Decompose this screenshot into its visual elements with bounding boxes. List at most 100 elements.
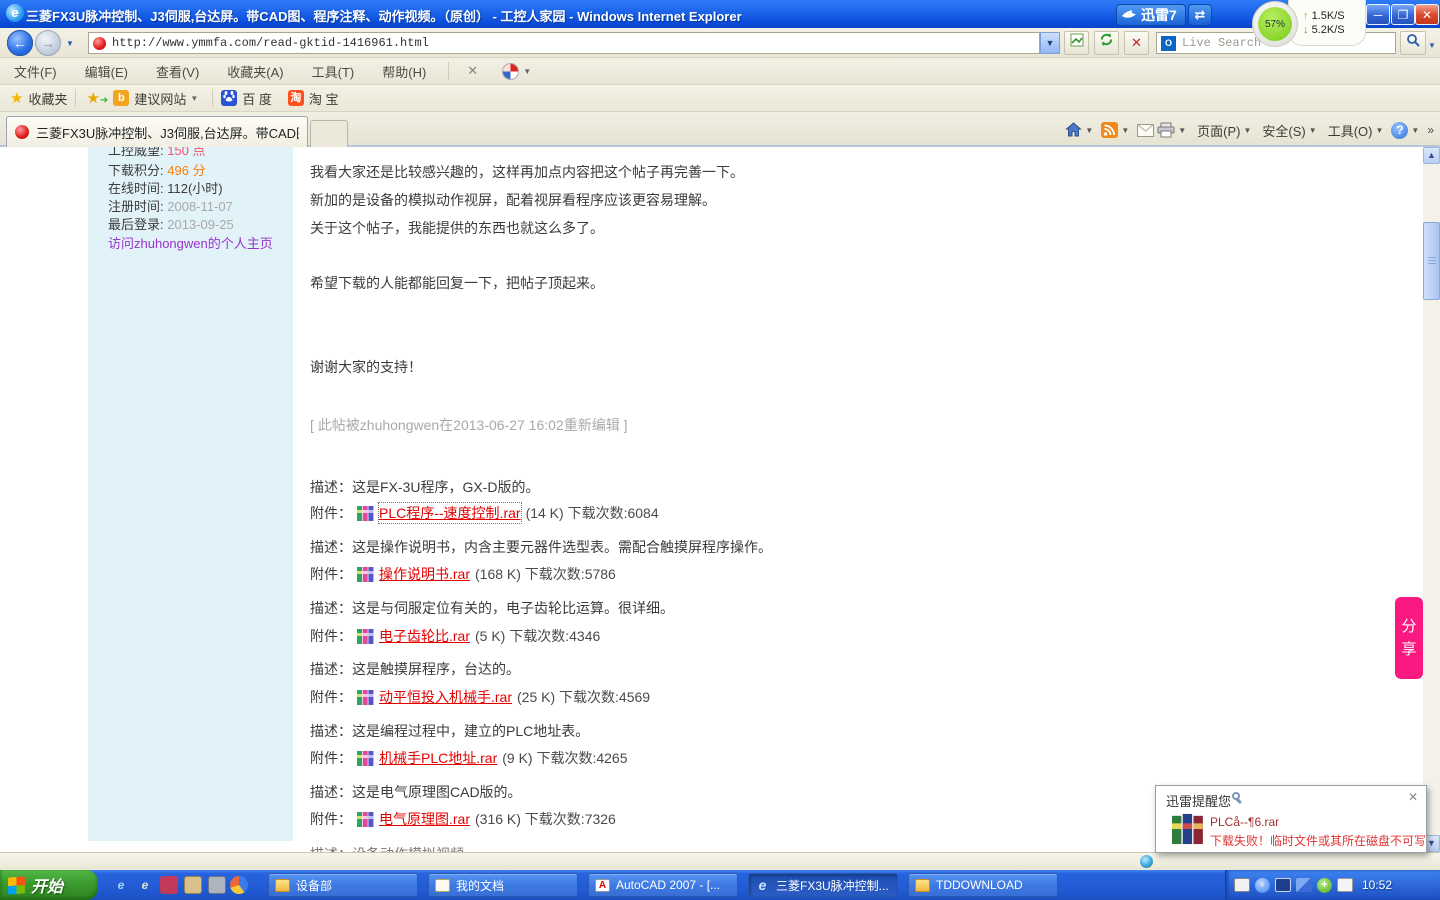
tray-update-icon[interactable] <box>1337 878 1353 892</box>
window-titlebar: e 三菱FX3U脉冲控制、J3伺服,台达屏。带CAD图、程序注释、动作视频。（原… <box>0 0 1440 28</box>
attachment-link[interactable]: PLC程序--速度控制.rar <box>379 503 521 523</box>
attachment-desc: 描述：这是触摸屏程序，台达的。 <box>310 659 520 679</box>
quicklaunch-app1-icon[interactable] <box>160 876 178 894</box>
search-go-button[interactable] <box>1400 31 1426 55</box>
keyboard-layout-icon[interactable] <box>1234 878 1250 892</box>
tray-collapse-icon[interactable]: ‹ <box>1255 878 1270 893</box>
taskbar-item-folder[interactable]: 设备部 <box>268 873 418 897</box>
attachment-link[interactable]: 电气原理图.rar <box>379 809 470 829</box>
quicklaunch-computer-icon[interactable] <box>208 876 226 894</box>
taskbar-item-tddownload[interactable]: TDDOWNLOAD <box>908 873 1058 897</box>
tray-app1-icon[interactable] <box>1275 878 1291 892</box>
addon-close-icon[interactable]: ✕ <box>457 63 488 79</box>
profile-link[interactable]: 访问zhuhongwen的个人主页 <box>108 233 273 252</box>
addon-dropdown-icon[interactable]: ▼ <box>523 67 531 76</box>
menu-view[interactable]: 查看(V) <box>142 62 213 81</box>
add-favorite-icon[interactable]: ★➜ <box>86 89 108 107</box>
xunlei-progress-indicator[interactable]: 57% <box>1252 1 1298 47</box>
stat-online-time: 在线时间: 112(小时) <box>108 178 223 197</box>
attachment-desc: 描述：这是FX-3U程序，GX-D版的。 <box>310 477 539 497</box>
rss-icon[interactable] <box>1101 122 1118 138</box>
live-search-icon: O <box>1161 36 1176 51</box>
menu-help[interactable]: 帮助(H) <box>368 62 440 81</box>
scroll-thumb[interactable] <box>1423 222 1440 300</box>
rss-dropdown-icon[interactable]: ▼ <box>1121 126 1129 135</box>
addon-snagit-icon[interactable] <box>502 63 519 80</box>
attachment-link[interactable]: 动平恒投入机械手.rar <box>379 687 512 707</box>
vertical-scrollbar[interactable]: ▲ ▼ <box>1423 147 1440 852</box>
attachment-row: 附件： 机械手PLC地址.rar (9 K) 下载次数:4265 <box>310 748 628 768</box>
edit-note: [ 此帖被zhuhongwen在2013-06-27 16:02重新编辑 ] <box>310 415 628 435</box>
tray-network-icon[interactable] <box>1296 878 1312 892</box>
favorites-label[interactable]: 收藏夹 <box>28 89 67 108</box>
start-button[interactable]: 开始 <box>0 870 98 900</box>
user-info-panel: 工控威望: 150 点 下载积分: 496 分 在线时间: 112(小时) 注册… <box>88 147 293 841</box>
forward-button[interactable]: → <box>35 30 61 56</box>
favorites-star-icon[interactable]: ★ <box>10 89 23 107</box>
minimize-button[interactable]: ─ <box>1366 4 1390 25</box>
tray-xunlei-icon[interactable]: + <box>1317 878 1332 893</box>
suggested-sites-dropdown-icon[interactable]: ▼ <box>190 94 198 103</box>
taobao-link[interactable]: 淘 宝 <box>309 89 339 108</box>
safety-menu[interactable]: 安全(S) <box>1262 121 1305 140</box>
page-menu[interactable]: 页面(P) <box>1197 121 1240 140</box>
attachment-link[interactable]: 电子齿轮比.rar <box>379 626 470 646</box>
home-dropdown-icon[interactable]: ▼ <box>1085 126 1093 135</box>
document-icon <box>435 879 450 892</box>
xunlei-widget-button[interactable]: 迅雷7 <box>1116 4 1186 26</box>
new-tab-stub[interactable] <box>310 120 348 147</box>
quicklaunch-folder-icon[interactable] <box>184 876 202 894</box>
print-dropdown-icon[interactable]: ▼ <box>1178 126 1186 135</box>
address-dropdown-button[interactable]: ▼ <box>1040 32 1060 54</box>
refresh-button[interactable] <box>1094 31 1119 55</box>
attachment-row: 附件： 电子齿轮比.rar (5 K) 下载次数:4346 <box>310 626 600 646</box>
status-bar <box>0 852 1440 870</box>
baidu-icon <box>221 90 237 106</box>
mail-icon[interactable] <box>1137 124 1154 137</box>
menu-tools[interactable]: 工具(T) <box>298 62 369 81</box>
scroll-up-button[interactable]: ▲ <box>1423 147 1440 164</box>
safety-dropdown-icon[interactable]: ▼ <box>1309 126 1317 135</box>
post-paragraph: 关于这个帖子，我能提供的东西也就这么多了。 <box>310 218 604 238</box>
help-dropdown-icon[interactable]: ▼ <box>1411 126 1419 135</box>
search-options-dropdown-icon[interactable]: ▼ <box>1428 41 1436 50</box>
popup-close-icon[interactable]: ✕ <box>1408 790 1418 804</box>
quicklaunch-browser-icon[interactable]: e <box>136 876 154 894</box>
quicklaunch-ie-icon[interactable]: e <box>112 876 130 894</box>
tools-menu[interactable]: 工具(O) <box>1328 121 1373 140</box>
address-input[interactable]: http://www.ymmfa.com/read-gktid-1416961.… <box>88 32 1040 54</box>
overflow-chevron-icon[interactable]: » <box>1427 123 1434 137</box>
tools-dropdown-icon[interactable]: ▼ <box>1375 126 1383 135</box>
menu-edit[interactable]: 编辑(E) <box>71 62 142 81</box>
taskbar-item-autocad[interactable]: A AutoCAD 2007 - [... <box>588 873 738 897</box>
share-button[interactable]: 分 享 <box>1395 597 1423 679</box>
xunlei-swap-button[interactable]: ⇄ <box>1188 4 1212 26</box>
menu-file[interactable]: 文件(F) <box>0 62 71 81</box>
page-dropdown-icon[interactable]: ▼ <box>1244 126 1252 135</box>
favbar-separator2 <box>212 89 213 107</box>
history-dropdown-icon[interactable]: ▼ <box>66 39 74 48</box>
help-icon[interactable]: ? <box>1391 122 1408 139</box>
compatibility-button[interactable] <box>1064 31 1089 55</box>
taskbar-item-browser-active[interactable]: e 三菱FX3U脉冲控制... <box>748 873 898 897</box>
baidu-link[interactable]: 百 度 <box>242 89 272 108</box>
print-icon[interactable] <box>1157 122 1175 138</box>
attachment-link[interactable]: 机械手PLC地址.rar <box>379 748 497 768</box>
quicklaunch-messenger-icon[interactable] <box>230 876 248 894</box>
taskbar-item-documents[interactable]: 我的文档 <box>428 873 578 897</box>
tab-active[interactable]: 三菱FX3U脉冲控制、J3伺服,台达屏。带CAD图... <box>6 116 308 147</box>
favorites-bar: ★ 收藏夹 ★➜ b 建议网站 ▼ 百 度 淘 淘 宝 <box>0 85 1440 112</box>
menu-favorites[interactable]: 收藏夹(A) <box>213 62 297 81</box>
page-content: 工控威望: 150 点 下载积分: 496 分 在线时间: 112(小时) 注册… <box>0 147 1440 852</box>
stop-button[interactable]: ✕ <box>1124 31 1149 55</box>
search-placeholder: Live Search <box>1182 36 1261 50</box>
restore-button[interactable]: ❐ <box>1391 4 1415 25</box>
popup-filename: PLCå--¶6.rar <box>1210 815 1279 829</box>
home-icon[interactable] <box>1065 122 1082 138</box>
back-button[interactable]: ← <box>7 30 33 56</box>
close-button[interactable]: ✕ <box>1415 4 1439 25</box>
suggested-sites-label[interactable]: 建议网站 <box>134 89 186 108</box>
tab-title: 三菱FX3U脉冲控制、J3伺服,台达屏。带CAD图... <box>36 123 299 142</box>
attachment-link[interactable]: 操作说明书.rar <box>379 564 470 584</box>
rar-icon <box>357 751 374 766</box>
